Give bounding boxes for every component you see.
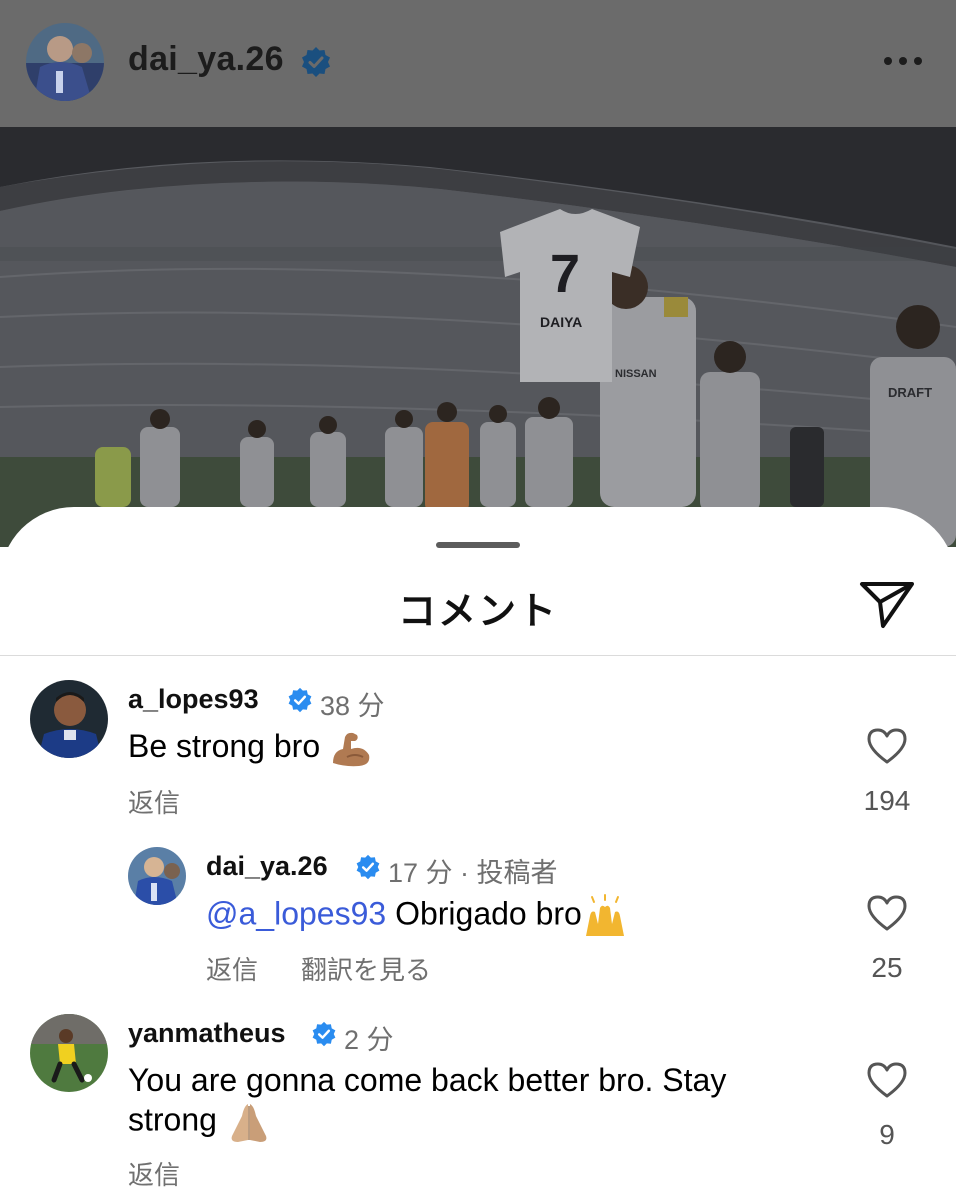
comment-timestamp: 2 分 bbox=[344, 1025, 394, 1055]
folded-hands-emoji-icon bbox=[231, 1104, 267, 1142]
jersey-name: DAIYA bbox=[540, 314, 582, 330]
see-translation-button[interactable]: 翻訳を見る bbox=[301, 950, 431, 987]
post-author-username[interactable]: dai_ya.26 bbox=[128, 40, 284, 79]
verified-badge-icon bbox=[356, 854, 380, 880]
comment-timestamp: 17 分 · 投稿者 bbox=[388, 858, 558, 888]
reply-button[interactable]: 返信 bbox=[206, 950, 258, 987]
post-header: dai_ya.26 bbox=[0, 0, 956, 127]
avatar-yanmatheus[interactable] bbox=[30, 1014, 108, 1092]
post-author-avatar[interactable] bbox=[26, 23, 104, 101]
sheet-divider bbox=[0, 655, 956, 656]
sheet-grabber-handle[interactable] bbox=[436, 542, 520, 548]
heart-like-icon[interactable] bbox=[866, 727, 908, 765]
flexed-biceps-emoji-icon bbox=[333, 732, 370, 766]
jersey-sponsor: DRAFT bbox=[888, 385, 932, 400]
sheet-title: コメント bbox=[397, 591, 558, 633]
post-photo: 7 DAIYA DRAFT NISSAN bbox=[0, 127, 956, 547]
comment-text: Be strong bro bbox=[128, 727, 373, 769]
reply-button[interactable]: 返信 bbox=[128, 783, 180, 820]
like-count: 25 bbox=[871, 952, 903, 983]
like-count: 194 bbox=[863, 785, 911, 816]
comments-sheet: コメント a_lopes93 38 分 Be strong bro 返信 194 bbox=[0, 507, 956, 1200]
comment-text: @a_lopes93 Obrigado bro bbox=[206, 894, 628, 938]
shirt-sponsor: NISSAN bbox=[615, 368, 657, 380]
comment-username[interactable]: a_lopes93 bbox=[128, 684, 259, 715]
mention-link[interactable]: @a_lopes93 bbox=[206, 895, 386, 931]
more-dots-icon[interactable] bbox=[880, 46, 926, 76]
comment-text-line-2: strong bbox=[128, 1100, 272, 1144]
jersey-number: 7 bbox=[550, 244, 580, 304]
heart-like-icon[interactable] bbox=[866, 894, 908, 932]
comment-timestamp: 38 分 bbox=[320, 691, 385, 721]
like-count: 9 bbox=[879, 1119, 895, 1150]
heart-like-icon[interactable] bbox=[866, 1061, 908, 1099]
verified-badge-icon bbox=[302, 47, 330, 77]
comment-username[interactable]: dai_ya.26 bbox=[206, 851, 328, 882]
verified-badge-icon bbox=[288, 687, 312, 713]
paper-plane-share-icon[interactable] bbox=[856, 574, 918, 632]
avatar-a-lopes93[interactable] bbox=[30, 680, 108, 758]
reply-button[interactable]: 返信 bbox=[128, 1155, 180, 1192]
comment-text-line-1: You are gonna come back better bro. Stay bbox=[128, 1062, 727, 1098]
comment-username[interactable]: yanmatheus bbox=[128, 1018, 286, 1049]
avatar-dai-ya-26[interactable] bbox=[128, 847, 186, 905]
verified-badge-icon bbox=[312, 1021, 336, 1047]
raising-hands-emoji-icon bbox=[585, 894, 624, 936]
